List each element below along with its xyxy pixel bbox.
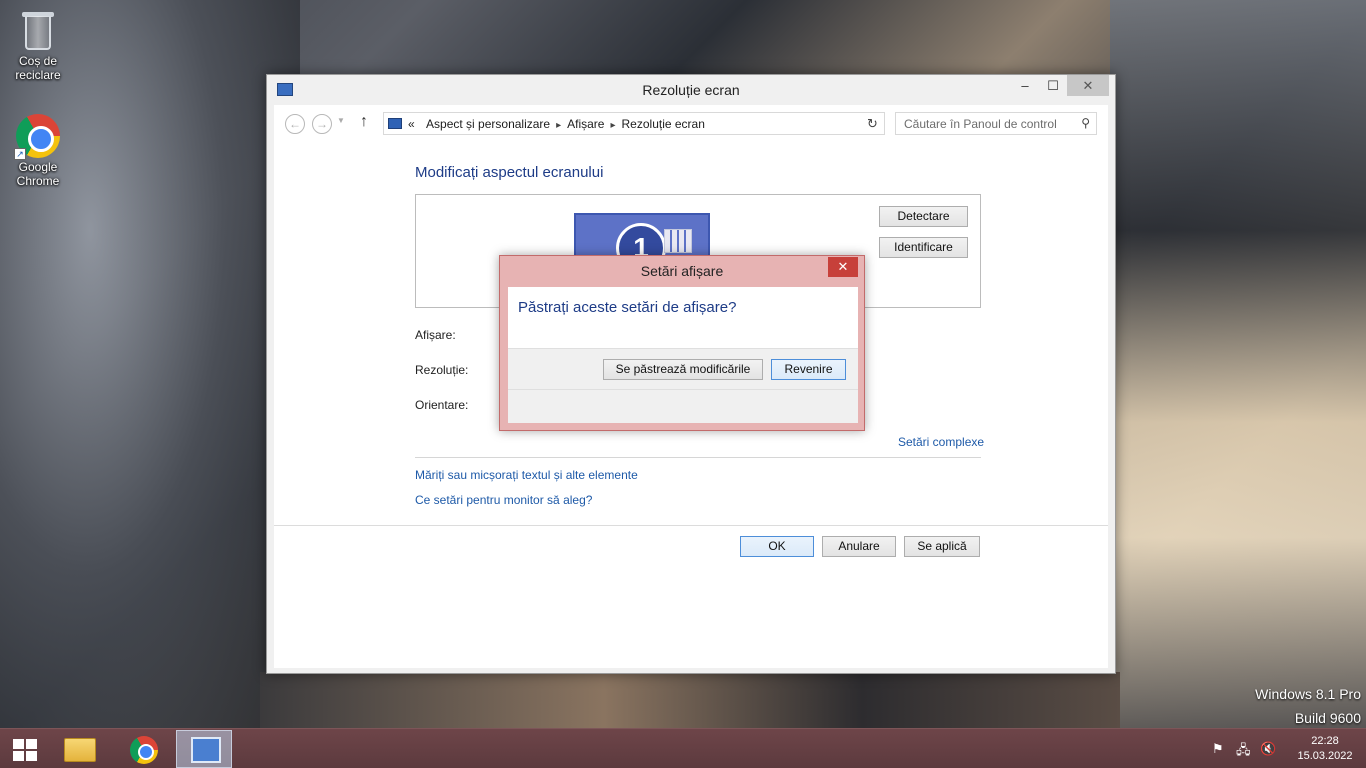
dialog-title: Setări afișare	[640, 263, 724, 279]
wallpaper-bottom	[260, 672, 1120, 732]
wallpaper-right	[1110, 0, 1366, 768]
desktop-icon-google-chrome[interactable]: ↗ Google Chrome	[0, 114, 76, 188]
chrome-icon: ↗	[14, 114, 60, 160]
recent-locations-icon[interactable]: ▼	[337, 116, 345, 125]
network-icon[interactable]: 🖧	[1236, 741, 1251, 763]
dialog-body: Păstrați aceste setări de afișare? Se pă…	[508, 287, 858, 423]
forward-button[interactable]: →	[312, 114, 332, 134]
display-settings-dialog: Setări afișare ✕ Păstrați aceste setări …	[499, 255, 865, 431]
back-button[interactable]: ←	[285, 114, 305, 134]
cancel-button[interactable]: Anulare	[822, 536, 896, 557]
desktop-icon-recycle-bin[interactable]: Coș de reciclare	[0, 8, 76, 82]
address-bar[interactable]: « Aspect și personalizare ▸ Afișare ▸ Rezolu…	[383, 112, 881, 135]
minimize-button[interactable]: –	[1011, 75, 1039, 96]
keep-changes-button[interactable]: Se păstrează modificările	[603, 359, 763, 380]
dialog-question: Păstrați aceste setări de afișare?	[518, 299, 737, 316]
detect-button[interactable]: Detectare	[879, 206, 968, 227]
dialog-footer: Se păstrează modificările Revenire	[508, 348, 858, 423]
breadcrumb-display[interactable]: Afișare	[567, 117, 604, 131]
file-explorer-icon	[64, 738, 96, 762]
taskbar-chrome[interactable]	[116, 730, 172, 768]
footer-divider	[274, 525, 1108, 526]
search-icon[interactable]: ⚲	[1081, 116, 1090, 130]
windows-build-watermark: Build 9600	[1294, 710, 1361, 726]
clock-time: 22:28	[1311, 735, 1339, 747]
control-panel-icon	[191, 737, 221, 763]
taskbar-file-explorer[interactable]	[54, 730, 110, 768]
taskbar: ⚑ 🖧 🔇 22:28 15.03.2022	[0, 728, 1366, 768]
start-icon	[13, 739, 37, 761]
search-input[interactable]: Căutare în Panoul de control ⚲	[895, 112, 1097, 135]
clock-date: 15.03.2022	[1297, 750, 1353, 762]
breadcrumb-appearance[interactable]: Aspect și personalizare	[426, 117, 550, 131]
breadcrumb: « Aspect și personalizare ▸ Afișare ▸ Rezolu…	[408, 117, 705, 131]
control-panel-icon	[388, 118, 402, 129]
windows-edition-watermark: Windows 8.1 Pro	[1255, 686, 1361, 702]
text-size-link[interactable]: Măriți sau micșorați textul și alte elem…	[415, 468, 638, 482]
monitor-settings-help-link[interactable]: Ce setări pentru monitor să aleg?	[415, 493, 592, 507]
dialog-footer-divider	[508, 389, 858, 390]
start-button[interactable]	[0, 730, 56, 768]
shortcut-arrow-icon: ↗	[14, 148, 26, 160]
resolution-label: Rezoluție:	[415, 363, 469, 377]
chrome-icon	[130, 736, 158, 764]
page-title: Modificați aspectul ecranului	[415, 164, 604, 181]
up-arrow-icon[interactable]: ↑	[360, 113, 368, 131]
refresh-button[interactable]: ↻	[861, 112, 885, 135]
taskbar-control-panel[interactable]	[176, 730, 232, 768]
display-label: Afișare:	[415, 328, 456, 342]
revert-button[interactable]: Revenire	[771, 359, 846, 380]
desktop-icon-label: Coș de reciclare	[15, 54, 61, 82]
breadcrumb-screen-resolution[interactable]: Rezoluție ecran	[622, 117, 705, 131]
close-button[interactable]: ✕	[1067, 75, 1109, 96]
maximize-button[interactable]: ☐	[1039, 75, 1067, 96]
dialog-close-button[interactable]: ✕	[828, 257, 858, 277]
orientation-label: Orientare:	[415, 398, 469, 412]
window-titlebar[interactable]: Rezoluție ecran – ☐ ✕	[267, 75, 1115, 105]
monitor-grid-icon	[664, 229, 692, 253]
volume-muted-icon[interactable]: 🔇	[1260, 741, 1276, 757]
window-title: Rezoluție ecran	[642, 82, 740, 98]
ok-button[interactable]: OK	[740, 536, 814, 557]
search-placeholder: Căutare în Panoul de control	[904, 117, 1057, 131]
advanced-settings-link[interactable]: Setări complexe	[898, 435, 984, 449]
divider	[415, 457, 981, 458]
breadcrumb-separator-icon[interactable]: ▸	[556, 120, 561, 131]
recycle-bin-icon	[21, 8, 55, 52]
breadcrumb-separator-icon[interactable]: ▸	[610, 120, 615, 131]
system-clock[interactable]: 22:28 15.03.2022	[1290, 734, 1360, 764]
identify-button[interactable]: Identificare	[879, 237, 968, 258]
breadcrumb-overflow[interactable]: «	[408, 117, 415, 131]
action-center-flag-icon[interactable]: ⚑	[1212, 741, 1224, 757]
apply-button[interactable]: Se aplică	[904, 536, 980, 557]
desktop-icon-label: Google Chrome	[16, 160, 60, 188]
